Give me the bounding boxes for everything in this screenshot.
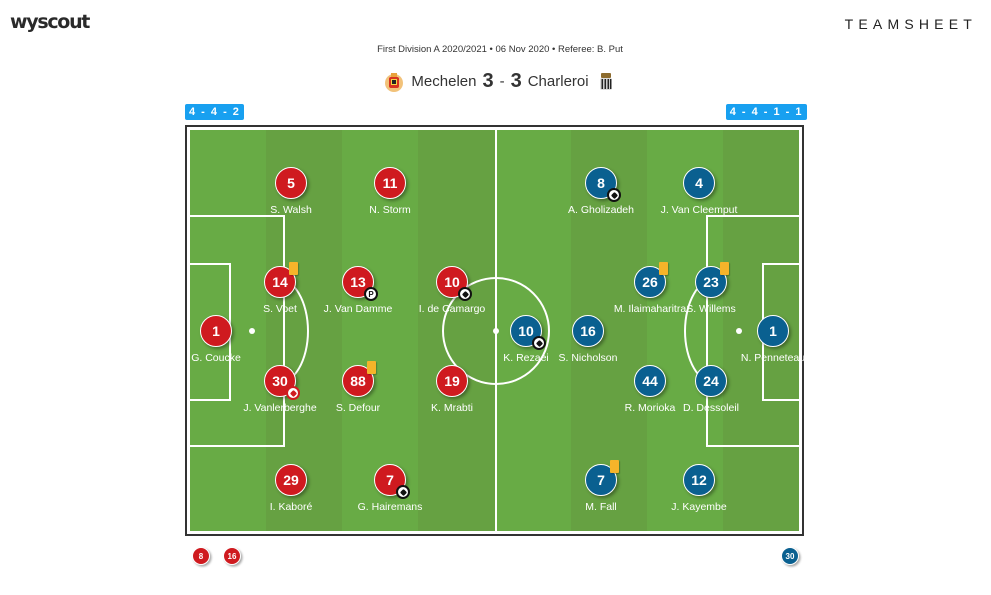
match-info: First Division A 2020/2021 • 06 Nov 2020… (377, 44, 623, 55)
player-number[interactable]: 1 (757, 315, 789, 347)
player-name: K. Rezaei (503, 352, 549, 364)
scoreline: Mechelen 3 - 3 Charleroi (0, 70, 991, 93)
penalty-goal-icon (364, 287, 378, 301)
home-score: 3 (482, 70, 494, 92)
goal-ball-icon (607, 188, 621, 202)
score-separator: - (499, 73, 505, 90)
player-number[interactable]: 1 (200, 315, 232, 347)
player-number[interactable]: 24 (695, 365, 727, 397)
yellow-card-icon (659, 262, 668, 275)
goal-ball-icon (458, 287, 472, 301)
home-penalty-spot (249, 328, 255, 334)
yellow-card-icon (289, 262, 298, 275)
player-name: N. Storm (369, 204, 411, 216)
player-number[interactable]: 4 (683, 167, 715, 199)
player-name: G. Coucke (191, 352, 241, 364)
mechelen-crest-icon (385, 72, 404, 92)
page-title: TEAMSHEET (844, 16, 977, 32)
player-number[interactable]: 29 (275, 464, 307, 496)
away-formation-badge: 4 - 4 - 1 - 1 (725, 104, 807, 120)
home-team-name: Mechelen (411, 73, 477, 90)
player-number[interactable]: 5 (275, 167, 307, 199)
player-name: N. Penneteau (740, 352, 806, 364)
player-name: A. Gholizadeh (568, 204, 634, 216)
player-name: I. de Camargo (418, 303, 486, 315)
goal-ball-icon (532, 336, 546, 350)
player-number[interactable]: 11 (374, 167, 406, 199)
goal-ball-icon (396, 485, 410, 499)
home-sub[interactable]: 16 (223, 547, 241, 565)
player-name: G. Hairemans (357, 501, 423, 513)
player-name: M. Ilaimaharitra (613, 303, 687, 315)
away-sub[interactable]: 30 (781, 547, 799, 565)
yellow-card-icon (720, 262, 729, 275)
player-number[interactable]: 19 (436, 365, 468, 397)
charleroi-crest-icon (599, 72, 612, 90)
player-name: M. Fall (585, 501, 617, 513)
center-spot (493, 328, 499, 334)
away-score: 3 (510, 70, 522, 92)
away-team-name: Charleroi (527, 73, 589, 90)
player-number[interactable]: 16 (572, 315, 604, 347)
home-sub[interactable]: 8 (192, 547, 210, 565)
player-name: R. Morioka (624, 402, 676, 414)
away-penalty-spot (736, 328, 742, 334)
wyscout-logo: wyscout (10, 11, 90, 33)
player-number[interactable]: 44 (634, 365, 666, 397)
player-name: K. Mrabti (430, 402, 473, 414)
player-number[interactable]: 12 (683, 464, 715, 496)
home-formation-badge: 4 - 4 - 2 (185, 104, 245, 120)
yellow-card-icon (367, 361, 376, 374)
own-goal-icon (286, 386, 300, 400)
yellow-card-icon (610, 460, 619, 473)
